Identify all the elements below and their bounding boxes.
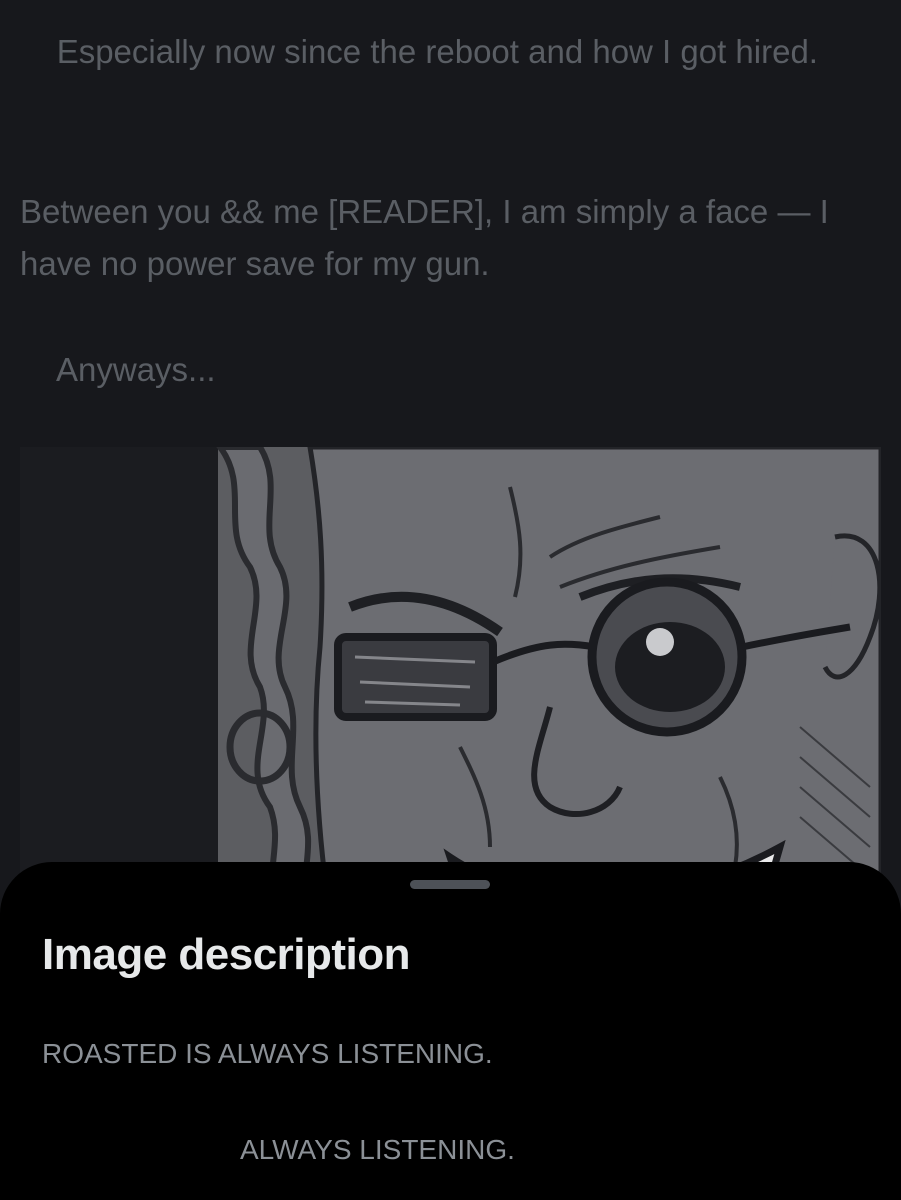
- sheet-drag-handle[interactable]: [410, 880, 490, 889]
- post-paragraph-2: Between you && me [READER], I am simply …: [20, 193, 838, 282]
- sheet-title: Image description: [42, 930, 411, 979]
- description-line-1: ROASTED IS ALWAYS LISTENING.: [42, 1038, 493, 1069]
- post-paragraph-1: Especially now since the reboot and how …: [20, 33, 818, 70]
- manga-panel-illustration: [20, 447, 881, 917]
- post-image[interactable]: [20, 447, 881, 917]
- post-paragraph-3: Anyways...: [56, 351, 216, 388]
- image-description-sheet: Image description ROASTED IS ALWAYS LIST…: [0, 862, 901, 1200]
- description-line-2: ALWAYS LISTENING.: [240, 1134, 515, 1165]
